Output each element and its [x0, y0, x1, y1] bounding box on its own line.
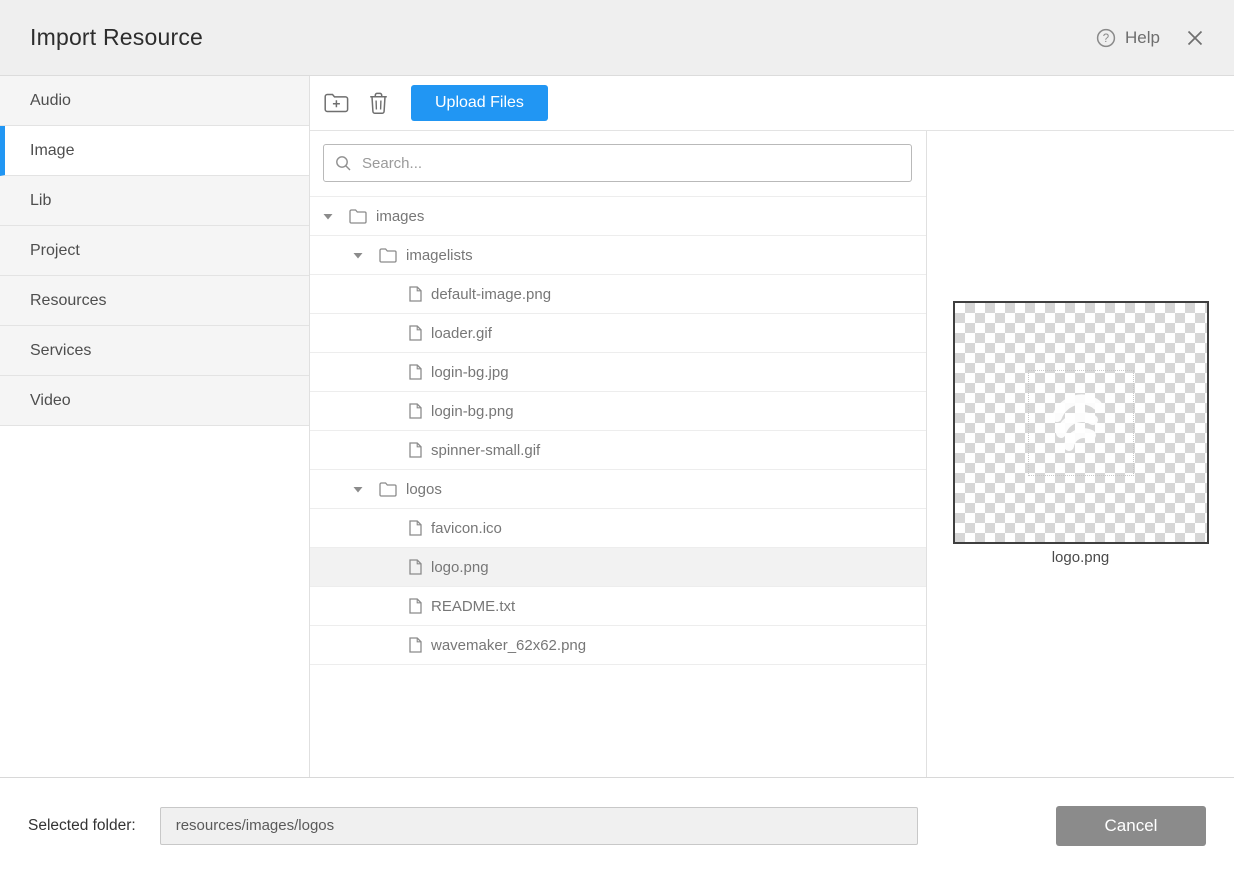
- tree-node-label: wavemaker_62x62.png: [431, 637, 586, 654]
- sidebar-item-video[interactable]: Video: [0, 376, 309, 426]
- dialog-header: Import Resource ? Help: [0, 0, 1234, 76]
- tree-node-label: logo.png: [431, 559, 489, 576]
- close-button[interactable]: [1186, 29, 1204, 47]
- tree-node-label: imagelists: [406, 247, 473, 264]
- search-area: [310, 131, 926, 196]
- tree-node-label: login-bg.png: [431, 403, 514, 420]
- tree-node-label: spinner-small.gif: [431, 442, 540, 459]
- tree-node-label: README.txt: [431, 598, 515, 615]
- image-bounds: [1028, 370, 1134, 476]
- sidebar-item-label: Project: [30, 242, 80, 260]
- file-icon: [409, 559, 422, 575]
- sidebar-item-audio[interactable]: Audio: [0, 76, 309, 126]
- tree-node-label: favicon.ico: [431, 520, 502, 537]
- caret-down-icon[interactable]: [353, 252, 379, 259]
- tree-node-file-login-bg-png[interactable]: login-bg.png: [310, 392, 926, 431]
- delete-button[interactable]: [368, 91, 389, 116]
- search-icon: [335, 155, 351, 171]
- tree-node-file-readme-txt[interactable]: README.txt: [310, 587, 926, 626]
- tree-node-label: login-bg.jpg: [431, 364, 509, 381]
- file-icon: [409, 598, 422, 614]
- content-row: images imagelists: [310, 131, 1234, 777]
- tree-node-folder-images[interactable]: images: [310, 197, 926, 236]
- tree-node-label: loader.gif: [431, 325, 492, 342]
- file-tree: images imagelists: [310, 196, 926, 665]
- help-icon: ?: [1096, 28, 1116, 48]
- selected-folder-label: Selected folder:: [28, 817, 136, 835]
- tree-node-folder-imagelists[interactable]: imagelists: [310, 236, 926, 275]
- file-icon: [409, 520, 422, 536]
- main-panel: Upload Files: [310, 76, 1234, 777]
- file-icon: [409, 286, 422, 302]
- folder-icon: [379, 248, 397, 263]
- caret-down-icon[interactable]: [323, 213, 349, 220]
- preview-filename: logo.png: [1052, 549, 1110, 566]
- sidebar-item-image[interactable]: Image: [0, 126, 309, 176]
- upload-files-button[interactable]: Upload Files: [411, 85, 548, 121]
- tree-node-label: images: [376, 208, 424, 225]
- file-icon: [409, 364, 422, 380]
- import-resource-dialog: Import Resource ? Help Audio Image Lib P…: [0, 0, 1234, 873]
- cancel-button[interactable]: Cancel: [1056, 806, 1206, 846]
- tree-node-label: default-image.png: [431, 286, 551, 303]
- folder-icon: [349, 209, 367, 224]
- image-preview: [953, 301, 1209, 544]
- tree-node-folder-logos[interactable]: logos: [310, 470, 926, 509]
- dialog-body: Audio Image Lib Project Resources Servic…: [0, 76, 1234, 777]
- file-icon: [409, 637, 422, 653]
- close-icon: [1186, 29, 1204, 47]
- dialog-title: Import Resource: [30, 24, 203, 51]
- tree-node-file-loader-gif[interactable]: loader.gif: [310, 314, 926, 353]
- sidebar-item-label: Resources: [30, 292, 106, 310]
- svg-text:?: ?: [1103, 33, 1109, 45]
- sidebar-item-label: Video: [30, 392, 71, 410]
- new-folder-button[interactable]: [323, 91, 350, 115]
- dialog-footer: Selected folder: Cancel: [0, 777, 1234, 873]
- folder-icon: [379, 482, 397, 497]
- selected-folder-input[interactable]: [160, 807, 918, 845]
- sidebar-item-label: Services: [30, 342, 91, 360]
- tree-node-label: logos: [406, 481, 442, 498]
- sidebar-item-label: Audio: [30, 92, 71, 110]
- search-input[interactable]: [360, 154, 900, 173]
- toolbar: Upload Files: [310, 76, 1234, 131]
- help-label: Help: [1125, 28, 1160, 48]
- sidebar-item-lib[interactable]: Lib: [0, 176, 309, 226]
- file-icon: [409, 325, 422, 341]
- file-tree-panel: images imagelists: [310, 131, 927, 777]
- trash-icon: [368, 91, 389, 116]
- tree-node-file-logo-png[interactable]: logo.png: [310, 548, 926, 587]
- resource-type-sidebar: Audio Image Lib Project Resources Servic…: [0, 76, 310, 777]
- preview-panel: logo.png: [927, 131, 1234, 777]
- logo-swirl-icon: [1044, 386, 1118, 460]
- tree-node-file-wavemaker-62x62-png[interactable]: wavemaker_62x62.png: [310, 626, 926, 665]
- tree-node-file-login-bg-jpg[interactable]: login-bg.jpg: [310, 353, 926, 392]
- header-actions: ? Help: [1096, 28, 1204, 48]
- sidebar-item-label: Image: [30, 142, 74, 160]
- tree-node-file-spinner-small-gif[interactable]: spinner-small.gif: [310, 431, 926, 470]
- sidebar-item-project[interactable]: Project: [0, 226, 309, 276]
- tree-node-file-favicon-ico[interactable]: favicon.ico: [310, 509, 926, 548]
- tree-node-file-default-image-png[interactable]: default-image.png: [310, 275, 926, 314]
- file-icon: [409, 442, 422, 458]
- search-box[interactable]: [323, 144, 912, 182]
- sidebar-item-resources[interactable]: Resources: [0, 276, 309, 326]
- file-icon: [409, 403, 422, 419]
- help-button[interactable]: ? Help: [1096, 28, 1160, 48]
- new-folder-icon: [323, 91, 350, 115]
- sidebar-item-services[interactable]: Services: [0, 326, 309, 376]
- caret-down-icon[interactable]: [353, 486, 379, 493]
- sidebar-item-label: Lib: [30, 192, 51, 210]
